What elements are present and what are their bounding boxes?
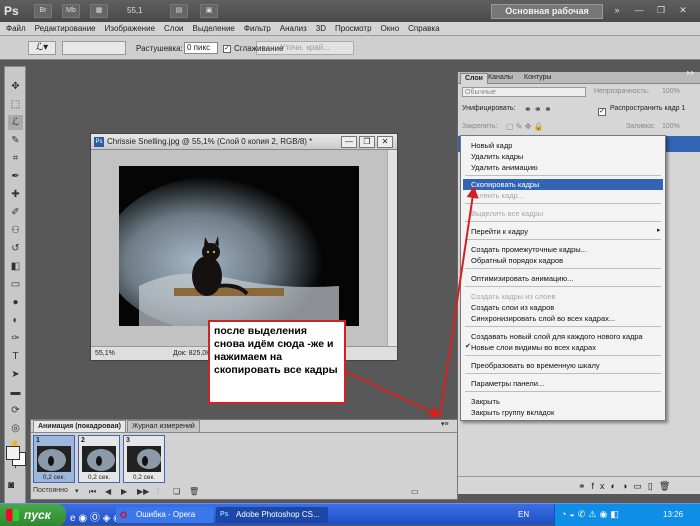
windows-taskbar: пуск e ◉ Ⓞ ◈ ◉ Ошибка - Opera O Adobe Ph… — [0, 503, 700, 526]
clock: 13:26 — [663, 510, 684, 519]
annotation-arrows — [345, 186, 479, 418]
arrow-to-copy-frames — [439, 186, 479, 417]
taskbar-item-photoshop[interactable]: Adobe Photoshop CS... — [216, 507, 328, 523]
taskbar-item-label: Adobe Photoshop CS... — [236, 510, 320, 519]
photoshop-task-icon: Ps — [220, 511, 229, 518]
start-label: пуск — [24, 508, 51, 522]
arrow-to-panel-menu — [345, 371, 442, 418]
taskbar-item-label: Ошибка - Opera — [136, 510, 196, 519]
taskbar-item-opera[interactable]: Ошибка - Opera — [116, 507, 214, 523]
language-indicator[interactable]: EN — [518, 510, 529, 519]
windows-logo-icon — [6, 509, 19, 521]
tray-icons[interactable]: ◔◒✆⚠◉◧ — [561, 509, 622, 520]
quicklaunch-icons[interactable]: e ◉ Ⓞ ◈ ◉ — [70, 509, 122, 524]
opera-icon: O — [120, 510, 128, 520]
